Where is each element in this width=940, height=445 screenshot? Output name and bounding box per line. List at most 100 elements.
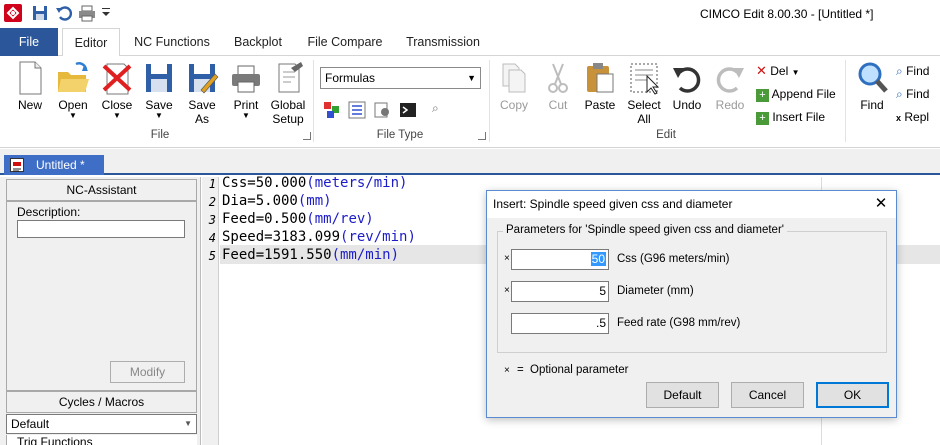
file-type-select-value: Formulas (325, 71, 376, 85)
file-type-launcher-icon[interactable] (478, 132, 486, 140)
save-disk-icon (142, 60, 176, 96)
modify-button[interactable]: Modify (110, 361, 185, 383)
title-bar: CIMCO Edit 8.00.30 - [Untitled *] (0, 0, 940, 28)
code-line[interactable]: Feed=0.500(mm/rev) (222, 210, 374, 228)
quick-print-icon[interactable] (78, 4, 96, 22)
redo-icon (713, 60, 747, 96)
tab-backplot[interactable]: Backplot (226, 28, 290, 56)
tab-file-compare[interactable]: File Compare (302, 28, 388, 56)
replace-icon: x (896, 113, 902, 123)
replace-button[interactable]: x Repl (896, 109, 929, 126)
code-line[interactable]: Feed=1591.550(mm/min) (222, 246, 399, 264)
scissors-icon (541, 60, 575, 96)
cancel-button[interactable]: Cancel (731, 382, 804, 408)
file-type-select[interactable]: Formulas ▼ (320, 67, 481, 89)
magnifier-icon (855, 60, 889, 96)
file-type-settings-icon[interactable] (373, 101, 391, 119)
description-field[interactable] (17, 220, 185, 238)
file-type-search-icon[interactable]: ⌕ (432, 101, 446, 115)
diameter-field-label: Diameter (mm) (617, 285, 694, 297)
find-next-icon: ⌕ (896, 64, 903, 78)
macro-list-item[interactable]: Trig Functions (17, 435, 93, 445)
cycles-select-value: Default (11, 417, 50, 431)
insert-file-button-label: Insert File (772, 110, 826, 124)
del-button[interactable]: ✕ Del ▼ (756, 63, 800, 81)
css-input[interactable]: 50 (511, 249, 609, 270)
cycles-select[interactable]: Default ▼ (6, 414, 197, 434)
tab-editor[interactable]: Editor (62, 28, 120, 57)
code-assignment: Feed=1591.550 (222, 247, 332, 263)
new-button-label: New (17, 98, 42, 112)
file-type-grid-icon[interactable] (348, 101, 366, 119)
undo-button[interactable]: Undo (667, 60, 707, 112)
find-next-button[interactable]: ⌕ Find (896, 63, 929, 79)
append-file-button-label: Append File (771, 87, 836, 101)
new-button[interactable]: New (10, 60, 50, 112)
close-button[interactable]: Close ▼ (97, 60, 137, 120)
open-button[interactable]: Open ▼ (53, 60, 93, 120)
tab-transmission[interactable]: Transmission (400, 28, 486, 56)
select-all-button[interactable]: Select All (623, 60, 665, 126)
file-type-colorize-icon[interactable] (323, 101, 341, 119)
tab-nc-functions[interactable]: NC Functions (126, 28, 218, 56)
code-line[interactable]: Css=50.000(meters/min) (222, 174, 407, 192)
del-button-label: Del (770, 64, 789, 78)
open-button-label: Open (58, 98, 88, 112)
document-tab-label: Untitled * (36, 158, 85, 172)
global-setup-button[interactable]: Global Setup (267, 60, 309, 126)
find-button-label: Find (860, 98, 884, 112)
document-tab[interactable]: Untitled * (4, 155, 104, 175)
diameter-input[interactable]: 5 (511, 281, 609, 302)
copy-button[interactable]: Copy (494, 60, 534, 112)
select-all-button-label: Select All (627, 98, 661, 126)
quick-undo-icon[interactable] (55, 4, 73, 22)
code-assignment: Speed=3183.099 (222, 229, 341, 245)
copy-button-label: Copy (499, 98, 528, 112)
default-button[interactable]: Default (646, 382, 719, 408)
insert-dialog: Insert: Spindle speed given css and diam… (486, 190, 897, 418)
feed-rate-input[interactable]: .5 (511, 313, 609, 334)
chevron-down-icon: ▼ (467, 73, 476, 83)
print-dropdown-icon: ▼ (242, 111, 250, 120)
redo-button[interactable]: Redo (710, 60, 750, 112)
save-button[interactable]: Save ▼ (139, 60, 179, 120)
quick-save-icon[interactable] (31, 4, 49, 22)
save-as-button-label: Save As (188, 98, 216, 126)
optional-marker: × (504, 285, 510, 296)
print-button[interactable]: Print ▼ (226, 60, 266, 120)
code-assignment: Dia=5.000 (222, 193, 298, 209)
code-line[interactable]: Dia=5.000(mm) (222, 192, 332, 210)
file-type-terminal-icon[interactable] (399, 101, 417, 119)
file-type-group-label: File Type (376, 129, 424, 141)
legend-equals: = (517, 364, 524, 376)
quick-access-dropdown-icon[interactable] (101, 6, 111, 18)
close-button-label: Close (101, 98, 133, 112)
ribbon: New Open ▼ Close ▼ Save ▼ Save As Print … (0, 56, 940, 148)
group-separator (489, 60, 490, 142)
css-field-label: Css (G96 meters/min) (617, 253, 730, 265)
save-as-icon (185, 60, 219, 96)
cut-button-label: Cut (548, 98, 568, 112)
code-unit: (mm/min) (331, 247, 400, 263)
cut-button[interactable]: Cut (538, 60, 578, 112)
file-group-launcher-icon[interactable] (303, 132, 311, 140)
optional-marker: × (504, 253, 510, 264)
line-number: 3 (208, 213, 216, 227)
close-dropdown-icon: ▼ (113, 111, 121, 120)
code-line[interactable]: Speed=3183.099(rev/min) (222, 228, 416, 246)
undo-icon (670, 60, 704, 96)
redo-button-label: Redo (715, 98, 745, 112)
dialog-close-icon[interactable]: ✕ (872, 195, 890, 213)
code-unit: (rev/min) (340, 229, 416, 245)
find-previous-button[interactable]: ⌕ Find (896, 86, 929, 102)
group-separator (313, 60, 314, 142)
append-file-button[interactable]: + Append File (756, 86, 836, 102)
find-button[interactable]: Find (852, 60, 892, 112)
paste-button-label: Paste (584, 98, 616, 112)
insert-file-button[interactable]: + Insert File (756, 109, 825, 125)
save-as-button[interactable]: Save As (182, 60, 222, 126)
paste-button[interactable]: Paste (580, 60, 620, 112)
ok-button[interactable]: OK (816, 382, 889, 408)
tab-file[interactable]: File (0, 28, 58, 56)
open-folder-icon (56, 60, 90, 96)
